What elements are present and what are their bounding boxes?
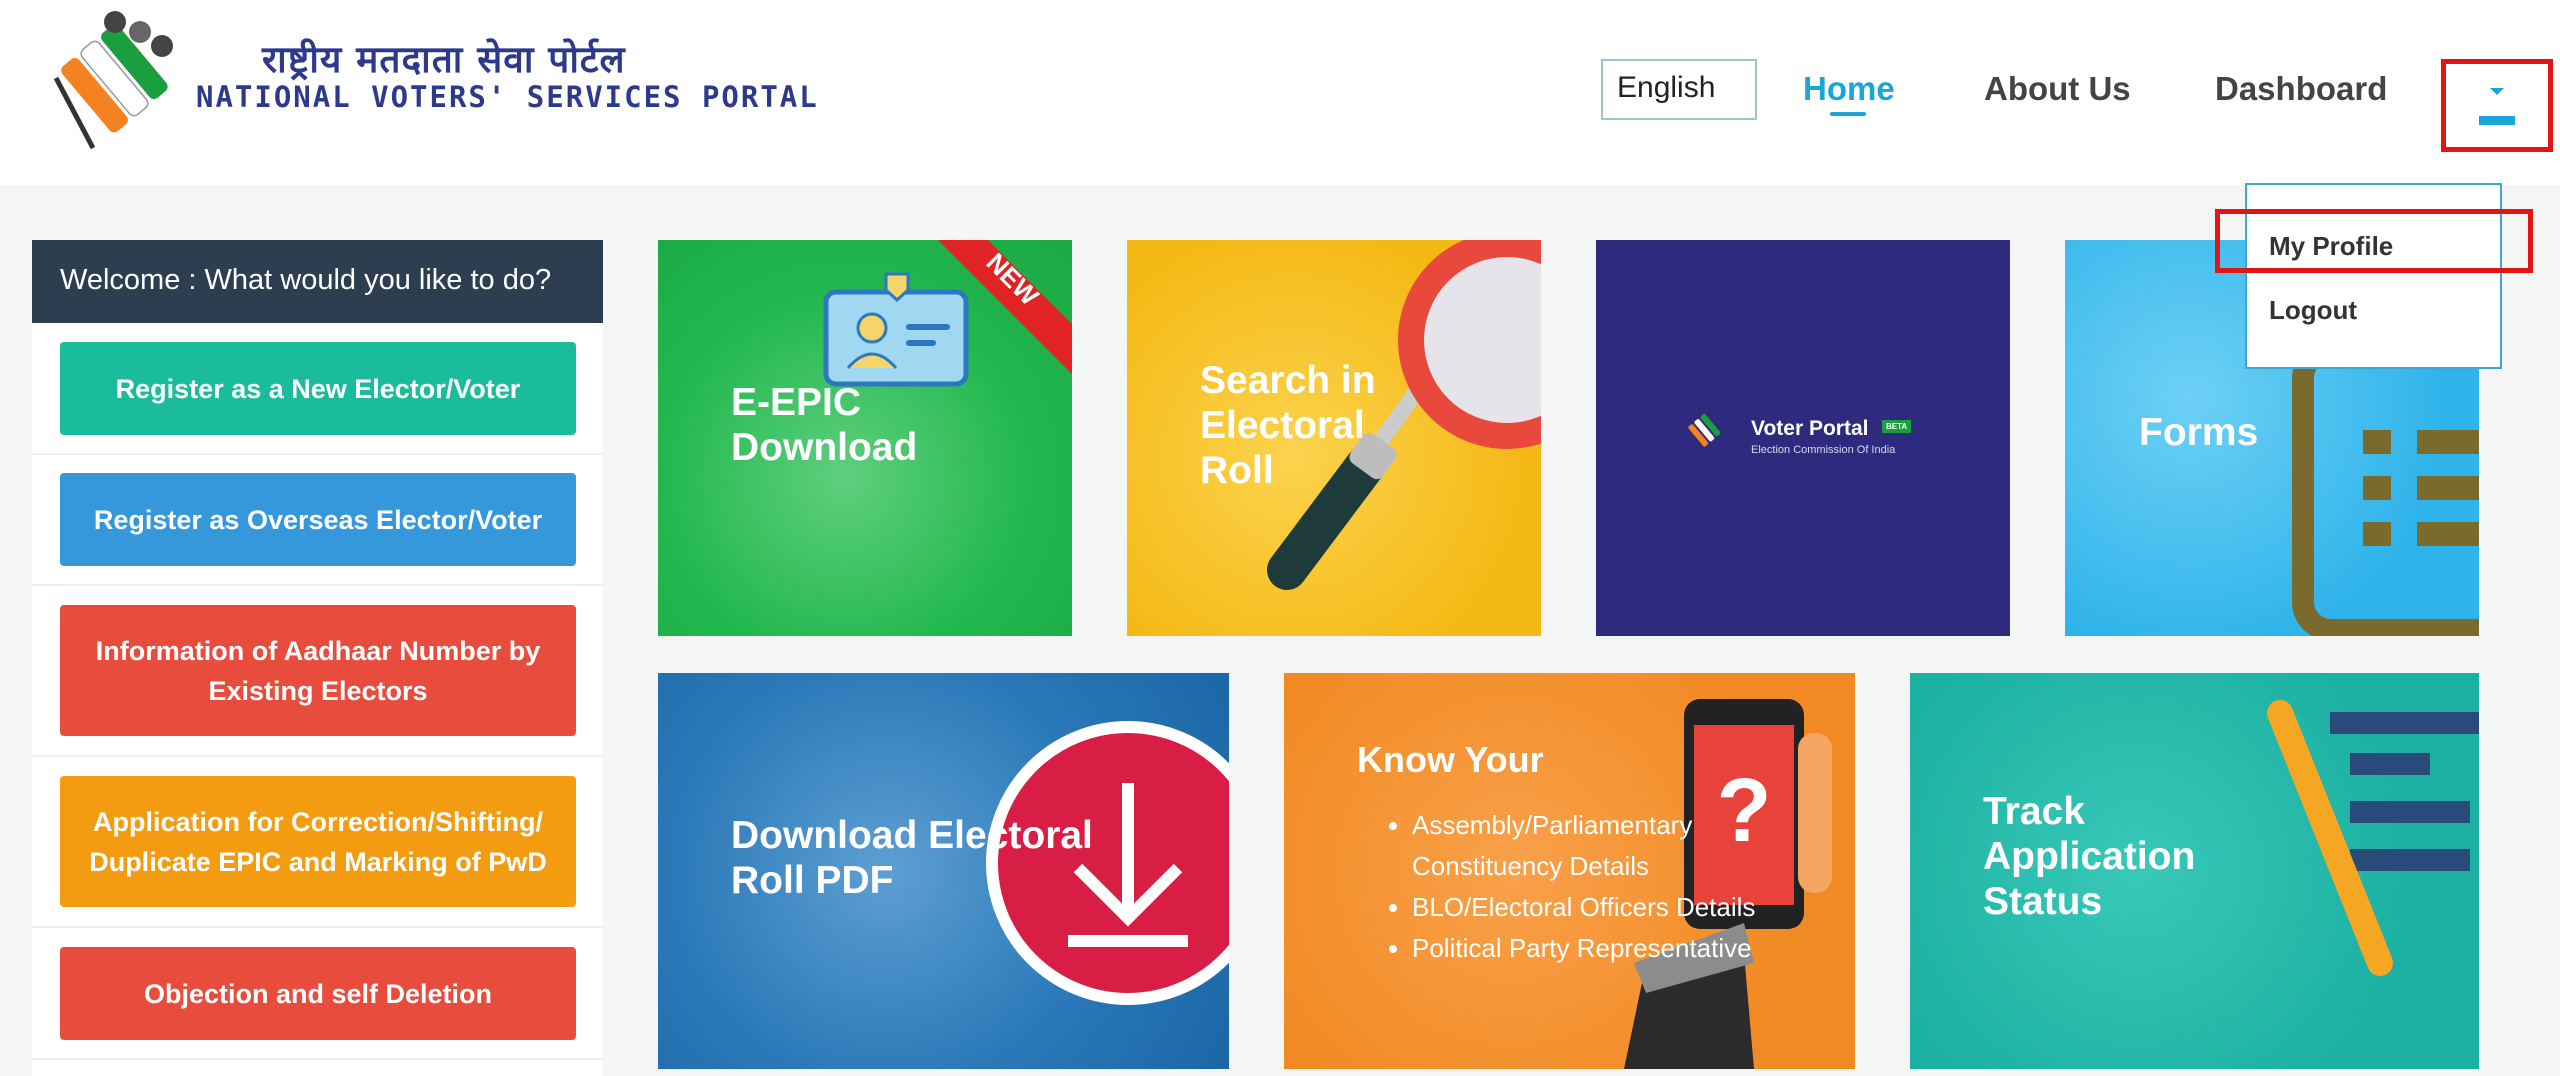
voter-portal-logo-icon <box>1688 414 1721 447</box>
nav-about-us[interactable]: About Us <box>1984 70 2131 108</box>
correction-shifting-button[interactable]: Application for Correction/Shifting/ Dup… <box>60 776 576 907</box>
tile-search-electoral-roll[interactable]: Search in Electoral Roll <box>1127 240 1541 636</box>
header: राष्ट्रीय मतदाता सेवा पोर्टल NATIONAL VO… <box>0 0 2560 185</box>
know-your-item: BLO/Electoral Officers Details <box>1412 887 1762 928</box>
voter-portal-subtitle: Election Commission Of India <box>1751 444 1896 456</box>
register-new-elector-button[interactable]: Register as a New Elector/Voter <box>60 342 576 435</box>
tile-know-your-title: Know Your <box>1357 739 1544 780</box>
tile-search-label: Search in Electoral Roll <box>1200 359 1376 492</box>
my-profile-highlight <box>2215 209 2533 273</box>
aadhaar-information-button[interactable]: Information of Aadhaar Number by Existin… <box>60 605 576 736</box>
tile-track-application-status[interactable]: Track Application Status <box>1910 673 2479 1069</box>
tile-know-your[interactable]: ? Know Your Assembly/Parliamentary Const… <box>1284 673 1855 1069</box>
tile-download-pdf-label: Download Electoral Roll PDF <box>731 814 1093 902</box>
tile-forms-label: Forms <box>2139 411 2259 454</box>
know-your-item: Political Party Representative <box>1412 928 1762 969</box>
user-menu-toggle[interactable] <box>2441 59 2553 152</box>
tile-e-epic-label: E-EPIC Download <box>731 381 918 469</box>
tile-voter-portal[interactable]: Voter Portal BETA Election Commission Of… <box>1596 240 2010 636</box>
portal-title-english: NATIONAL VOTERS' SERVICES PORTAL <box>196 80 819 114</box>
nav-home-active-indicator <box>1830 112 1866 116</box>
language-select[interactable]: English <box>1601 59 1757 120</box>
sidebar-divider <box>32 926 603 928</box>
sidebar-divider <box>32 1058 603 1060</box>
caret-down-icon <box>2490 88 2504 95</box>
sidebar-heading: Welcome : What would you like to do? <box>32 240 603 323</box>
objection-self-deletion-button[interactable]: Objection and self Deletion <box>60 947 576 1040</box>
sidebar-divider <box>32 755 603 757</box>
know-your-item: Assembly/Parliamentary Constituency Deta… <box>1412 805 1762 887</box>
tile-download-electoral-roll-pdf[interactable]: Download Electoral Roll PDF <box>658 673 1229 1069</box>
beta-badge: BETA <box>1882 420 1912 433</box>
nav-home[interactable]: Home <box>1803 70 1895 108</box>
user-icon <box>2479 116 2515 125</box>
eci-logo-icon[interactable] <box>38 8 188 158</box>
know-your-list: Assembly/Parliamentary Constituency Deta… <box>1382 805 1762 969</box>
menu-item-logout[interactable]: Logout <box>2269 295 2357 326</box>
nav-dashboard[interactable]: Dashboard <box>2215 70 2387 108</box>
sidebar: Welcome : What would you like to do? Reg… <box>32 240 603 1076</box>
tile-track-label: Track Application Status <box>1983 790 2196 923</box>
voter-portal-title: Voter Portal <box>1751 417 1869 440</box>
register-overseas-elector-button[interactable]: Register as Overseas Elector/Voter <box>60 473 576 566</box>
sidebar-divider <box>32 584 603 586</box>
tile-e-epic-download[interactable]: NEW E-EPIC Download <box>658 240 1072 636</box>
portal-title-hindi: राष्ट्रीय मतदाता सेवा पोर्टल <box>262 37 626 81</box>
sidebar-divider <box>32 453 603 455</box>
